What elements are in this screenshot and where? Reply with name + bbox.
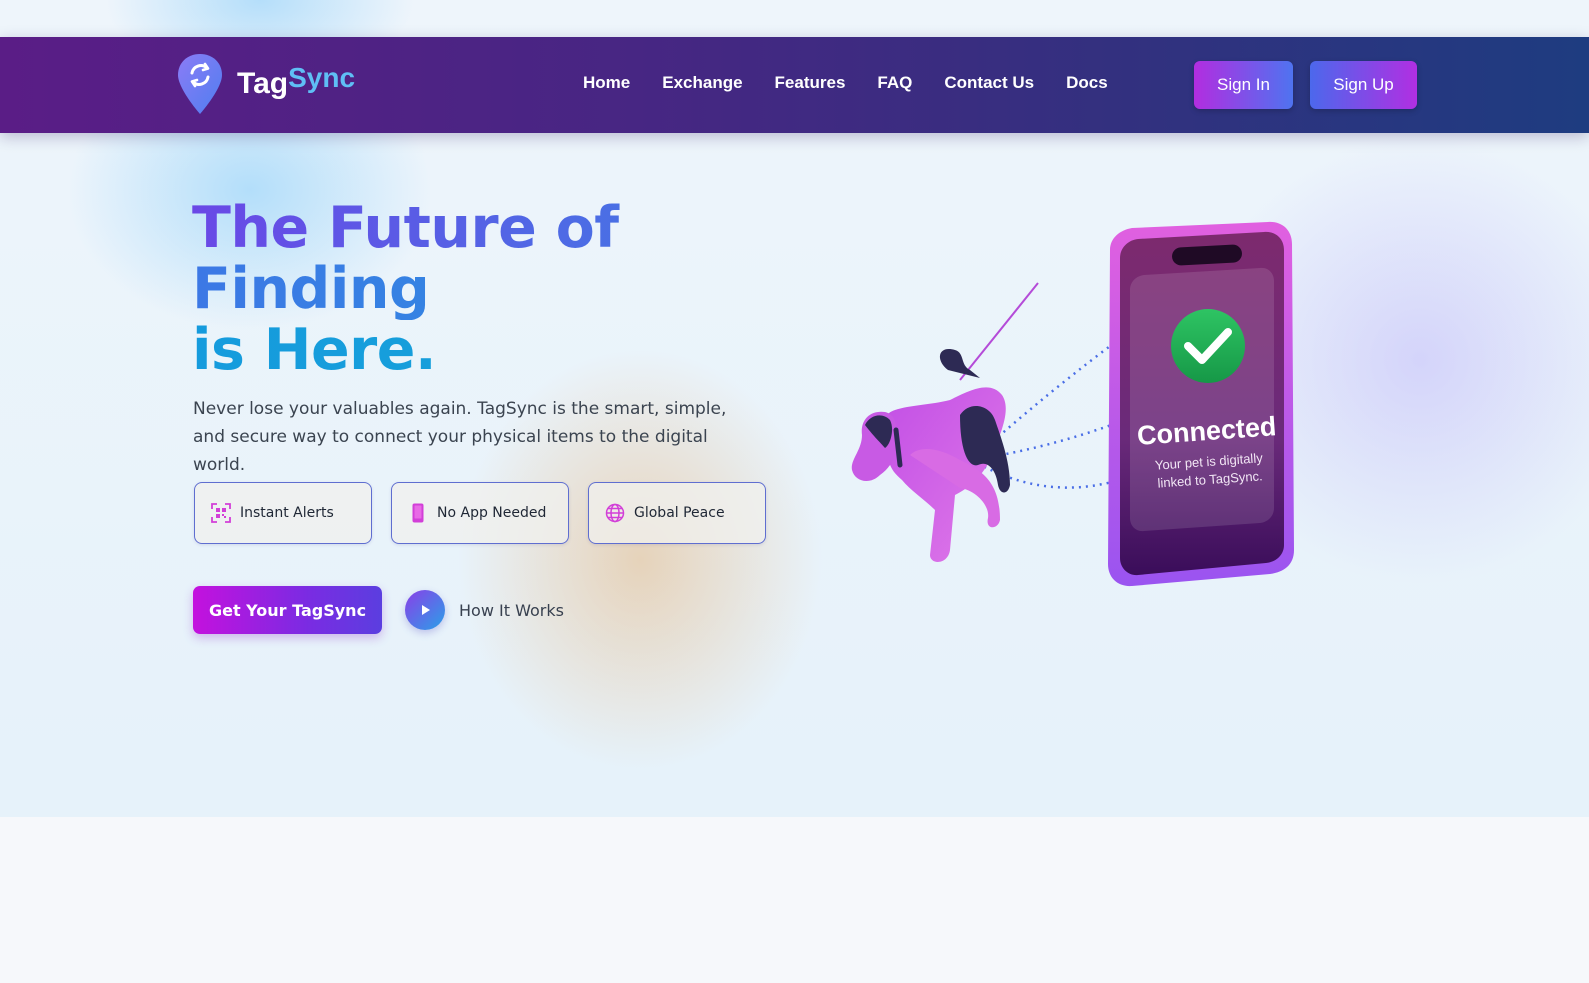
feature-pills: Instant Alerts No App Needed Global Peac…: [194, 482, 766, 544]
sign-in-button[interactable]: Sign In: [1194, 61, 1293, 109]
hero-title-line-3: is Here.: [192, 320, 792, 381]
feature-label: Instant Alerts: [240, 505, 334, 521]
get-your-tagsync-button[interactable]: Get Your TagSync: [193, 586, 382, 634]
smartphone-icon: [408, 503, 428, 523]
qr-code-icon: [211, 503, 231, 523]
brand-name-sync: Sync: [288, 62, 356, 93]
checkmark-icon: [1171, 309, 1245, 383]
feature-pill-global-peace: Global Peace: [588, 482, 766, 544]
globe-icon: [605, 503, 625, 523]
nav-link-exchange[interactable]: Exchange: [662, 73, 742, 93]
brand-logo[interactable]: TagSync: [177, 53, 355, 115]
feature-label: No App Needed: [437, 505, 547, 521]
hero-title-line-1: The Future of: [192, 198, 792, 259]
top-navbar: TagSync Home Exchange Features FAQ Conta…: [0, 37, 1589, 133]
feature-pill-no-app-needed: No App Needed: [391, 482, 569, 544]
main-navigation: Home Exchange Features FAQ Contact Us Do…: [583, 73, 1108, 93]
hero-title: The Future of Finding is Here.: [192, 198, 792, 381]
how-it-works-link[interactable]: How It Works: [405, 590, 564, 630]
play-icon: [405, 590, 445, 630]
nav-link-home[interactable]: Home: [583, 73, 630, 93]
brand-name-tag: Tag: [237, 67, 289, 100]
nav-link-features[interactable]: Features: [775, 73, 846, 93]
feature-pill-instant-alerts: Instant Alerts: [194, 482, 372, 544]
how-it-works-label: How It Works: [459, 600, 564, 620]
dog-silhouette: [851, 349, 1010, 562]
brand-wordmark: TagSync: [237, 62, 355, 101]
nav-link-faq[interactable]: FAQ: [877, 73, 912, 93]
hero-subtitle: Never lose your valuables again. TagSync…: [193, 399, 727, 475]
feature-label: Global Peace: [634, 505, 725, 521]
nav-link-docs[interactable]: Docs: [1066, 73, 1108, 93]
sign-up-button[interactable]: Sign Up: [1310, 61, 1417, 109]
next-section-background: [0, 817, 1589, 983]
nav-link-contact-us[interactable]: Contact Us: [944, 73, 1034, 93]
pet-phone-illustration: Connected Your pet is digitally linked t…: [851, 221, 1294, 587]
hero-title-line-2: Finding: [192, 259, 792, 320]
phone-mockup: Connected Your pet is digitally linked t…: [1108, 221, 1294, 587]
location-pin-sync-icon: [178, 54, 222, 114]
leash-line: [959, 282, 1039, 381]
